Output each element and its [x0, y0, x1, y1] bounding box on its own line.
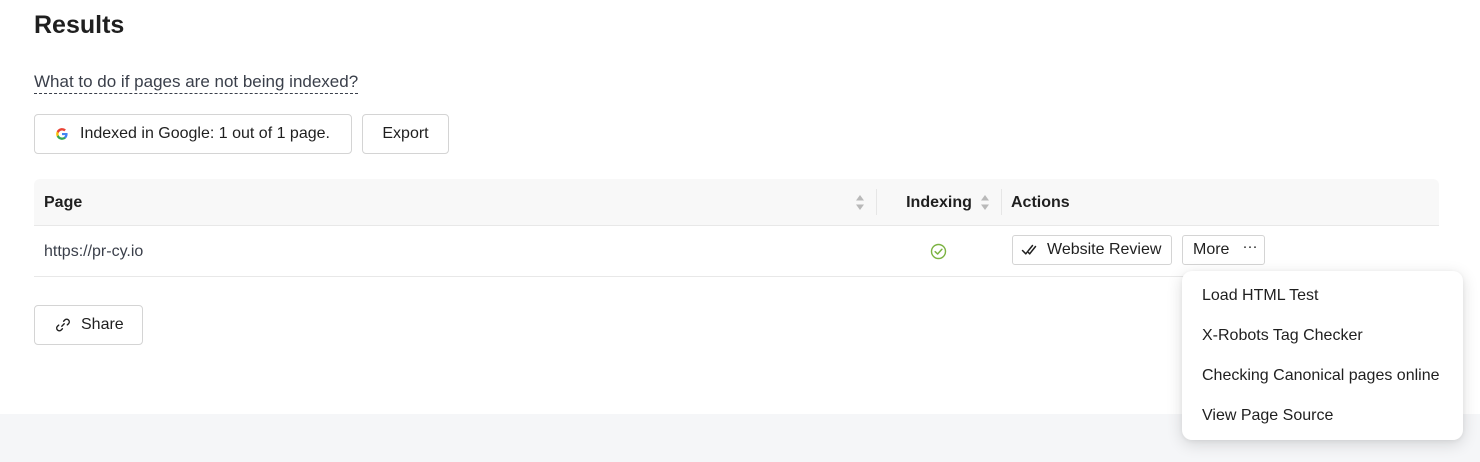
export-button[interactable]: Export [362, 114, 449, 154]
google-icon [55, 127, 69, 141]
check-circle-icon [930, 243, 947, 260]
website-review-button[interactable]: Website Review [1012, 235, 1172, 265]
more-dropdown-menu: Load HTML Test X-Robots Tag Checker Chec… [1182, 271, 1463, 440]
more-button[interactable]: More ··· [1182, 235, 1265, 265]
page-title: Results [34, 11, 125, 39]
sort-icon[interactable] [980, 194, 990, 211]
table-row: https://pr-cy.io Website Review More ··· [34, 226, 1439, 277]
link-icon [55, 317, 71, 333]
table-header: Page Indexing Actions [34, 179, 1439, 226]
column-divider [1001, 189, 1002, 215]
double-check-icon [1021, 243, 1037, 257]
column-header-actions: Actions [1011, 193, 1070, 211]
export-label: Export [382, 125, 429, 142]
results-table: Page Indexing Actions https://pr-cy.io W… [34, 179, 1439, 277]
indexed-in-google-label: Indexed in Google: 1 out of 1 page. [80, 125, 330, 142]
menu-item-view-page-source[interactable]: View Page Source [1182, 396, 1463, 436]
menu-item-x-robots-tag-checker[interactable]: X-Robots Tag Checker [1182, 316, 1463, 356]
menu-item-checking-canonical[interactable]: Checking Canonical pages online [1182, 356, 1463, 396]
more-dots-icon: ··· [1242, 238, 1258, 255]
indexing-help-link[interactable]: What to do if pages are not being indexe… [34, 71, 359, 94]
share-button[interactable]: Share [34, 305, 143, 345]
share-label: Share [81, 316, 124, 333]
sort-icon[interactable] [855, 194, 865, 211]
menu-item-load-html-test[interactable]: Load HTML Test [1182, 276, 1463, 316]
column-header-page[interactable]: Page [44, 179, 876, 226]
page-url: https://pr-cy.io [44, 242, 144, 260]
website-review-label: Website Review [1047, 241, 1162, 258]
results-page: Results What to do if pages are not bein… [0, 0, 1480, 462]
more-label: More [1193, 241, 1230, 258]
indexed-in-google-button[interactable]: Indexed in Google: 1 out of 1 page. [34, 114, 352, 154]
